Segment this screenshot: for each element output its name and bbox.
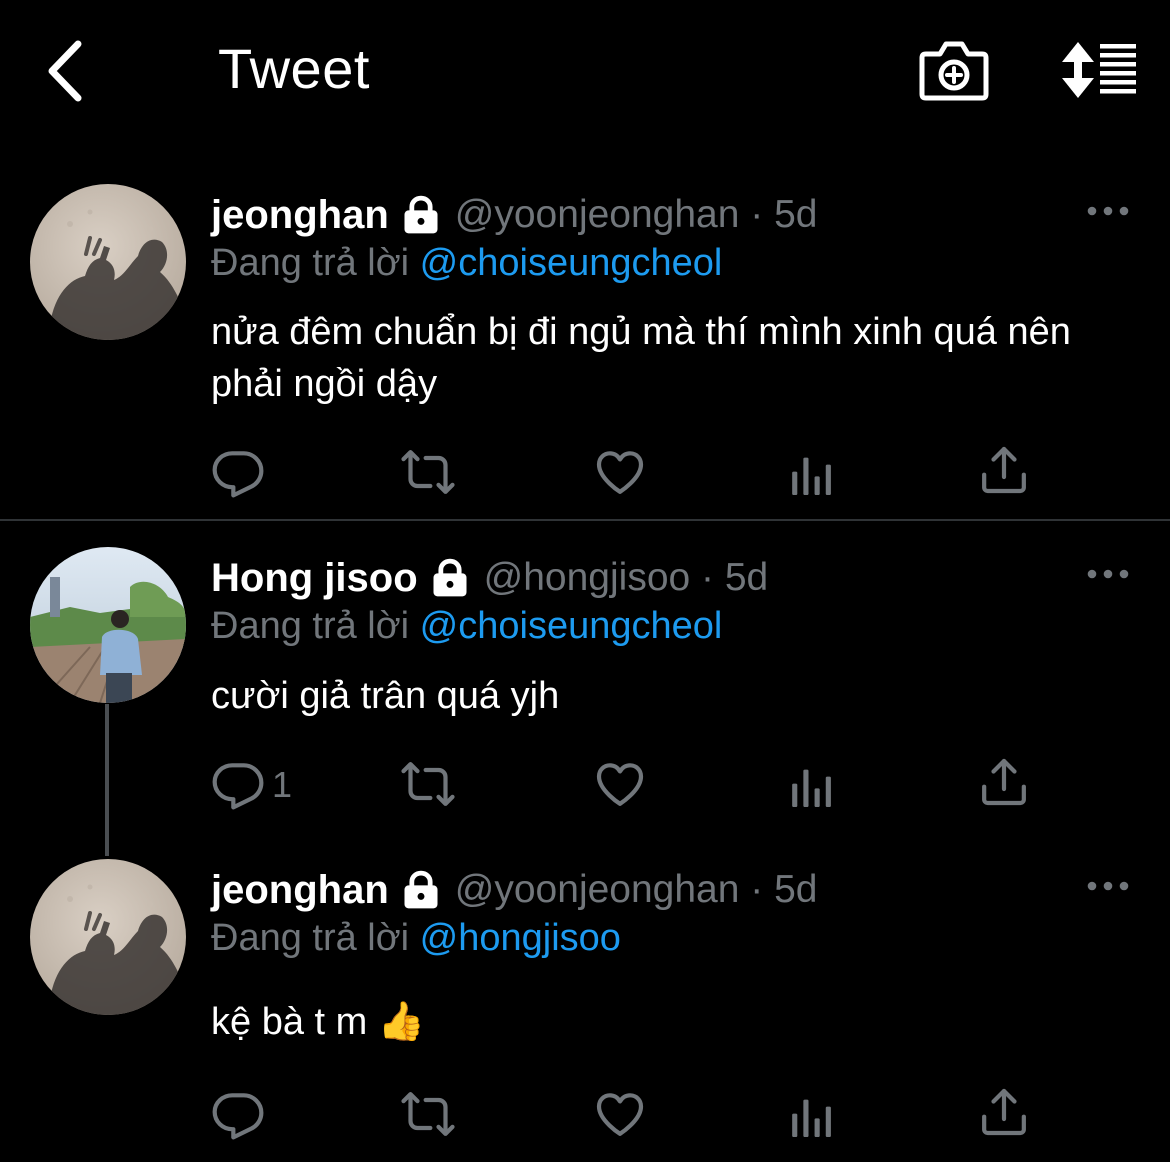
replying-to: Đang trả lời @hongjisoo (211, 917, 621, 960)
avatar[interactable] (30, 859, 186, 1015)
tweet-header: jeonghan @yoonjeonghan · 5d (211, 863, 817, 917)
like-icon[interactable] (592, 1086, 648, 1142)
retweet-icon[interactable] (400, 1086, 456, 1142)
more-options-icon[interactable] (1086, 879, 1130, 893)
handle-and-time: @yoonjeonghan · 5d (454, 868, 818, 911)
display-name[interactable]: jeonghan (211, 868, 389, 913)
mention-link[interactable]: @hongjisoo (420, 917, 621, 959)
analytics-icon[interactable] (784, 1088, 840, 1144)
reply-icon[interactable] (210, 1086, 266, 1142)
tweet-text: kệ bà t m 👍 (211, 1001, 426, 1043)
replying-to-label: Đang trả lời (211, 917, 410, 959)
lock-icon (399, 868, 443, 912)
tweet-item[interactable]: jeonghan @yoonjeonghan · 5d Đang trả lời… (0, 0, 1170, 1162)
share-icon[interactable] (976, 1084, 1032, 1140)
